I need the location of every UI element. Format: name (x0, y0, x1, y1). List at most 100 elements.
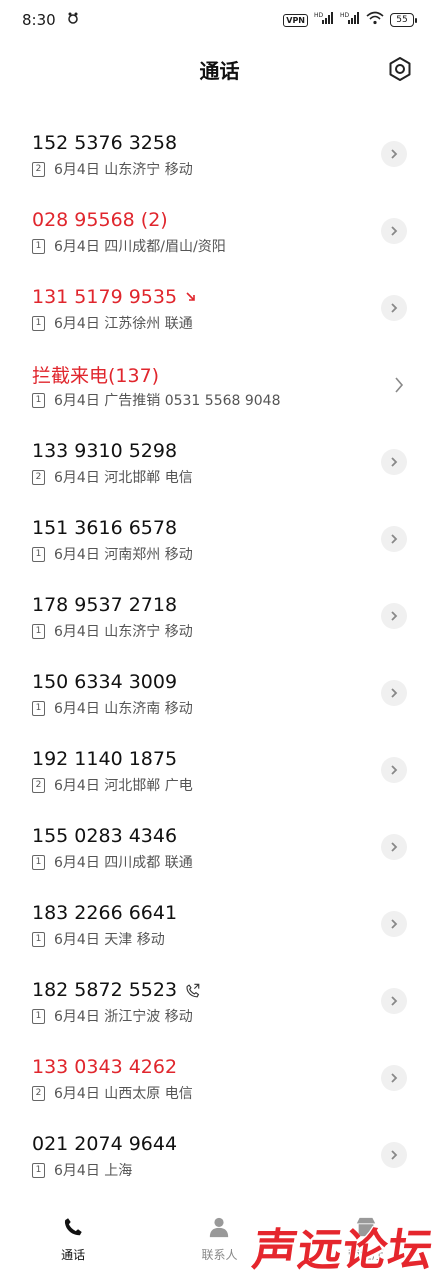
call-detail-line: 1 6月4日 山东济宁 移动 (32, 622, 439, 640)
chevron-right-icon[interactable] (381, 526, 407, 552)
wifi-icon (366, 11, 384, 29)
call-number-line: 178 9537 2718 (32, 593, 439, 617)
person-icon (208, 1216, 230, 1242)
chevron-right-icon[interactable] (381, 141, 407, 167)
call-number-line: 152 5376 3258 (32, 131, 439, 155)
notification-icon (66, 11, 80, 29)
call-detail-text: 6月4日 河南郑州 移动 (54, 547, 193, 563)
svg-text:HD: HD (314, 12, 324, 19)
nav-tab-calls[interactable]: 通话 (13, 1216, 133, 1263)
call-number: 028 95568 (2) (32, 209, 168, 231)
call-detail-text: 6月4日 山东济宁 移动 (54, 624, 193, 640)
sim-card-icon: 1 (32, 931, 45, 947)
call-log-row[interactable]: 152 5376 3258 2 6月4日 山东济宁 移动 (0, 115, 439, 192)
call-detail-text: 6月4日 天津 移动 (54, 932, 165, 948)
call-number-line: 151 3616 6578 (32, 516, 439, 540)
sim-card-icon: 2 (32, 777, 45, 793)
call-detail-text: 6月4日 四川成都 联通 (54, 855, 193, 871)
title-bar: 通话 (0, 40, 439, 98)
nav-label-calls: 通话 (61, 1248, 86, 1262)
outgoing-call-icon (185, 983, 200, 998)
call-log-row[interactable]: 133 0343 4262 2 6月4日 山西太原 电信 (0, 1039, 439, 1116)
chevron-right-icon[interactable] (381, 603, 407, 629)
sim-card-icon: 2 (32, 469, 45, 485)
call-number: 151 3616 6578 (32, 517, 178, 539)
call-number: 178 9537 2718 (32, 594, 178, 616)
chevron-right-icon[interactable] (381, 295, 407, 321)
call-number: 150 6334 3009 (32, 671, 178, 693)
call-detail-text: 6月4日 四川成都/眉山/资阳 (54, 239, 226, 255)
call-number-line: 021 2074 9644 (32, 1132, 439, 1156)
page-title: 通话 (199, 58, 240, 83)
call-log-row[interactable]: 150 6334 3009 1 6月4日 山东济南 移动 (0, 654, 439, 731)
call-number-line: 150 6334 3009 (32, 670, 439, 694)
call-log-row[interactable]: 192 1140 1875 2 6月4日 河北邯郸 广电 (0, 731, 439, 808)
call-detail-text: 6月4日 江苏徐州 联通 (54, 316, 193, 332)
call-log-row[interactable]: 131 5179 9535 1 6月4日 江苏徐州 联通 (0, 269, 439, 346)
call-detail-line: 2 6月4日 山西太原 电信 (32, 1084, 439, 1102)
call-number: 152 5376 3258 (32, 132, 178, 154)
chevron-right-icon[interactable] (381, 757, 407, 783)
call-number: 131 5179 9535 (32, 286, 178, 308)
call-number: 021 2074 9644 (32, 1133, 178, 1155)
sim-card-icon: 1 (32, 1162, 45, 1178)
call-number: 133 9310 5298 (32, 440, 178, 462)
call-number: 183 2266 6641 (32, 902, 178, 924)
call-number: 155 0283 4346 (32, 825, 178, 847)
call-log-row[interactable]: 拦截来电(137) 1 6月4日 广告推销 0531 5568 9048 (0, 346, 439, 423)
call-detail-line: 1 6月4日 江苏徐州 联通 (32, 314, 439, 332)
call-log-row[interactable]: 151 3616 6578 1 6月4日 河南郑州 移动 (0, 500, 439, 577)
settings-gear-icon[interactable] (387, 56, 413, 82)
call-log-row[interactable]: 182 5872 5523 1 6月4日 浙江宁波 移动 (0, 962, 439, 1039)
call-number-line: 028 95568 (2) (32, 208, 439, 232)
chevron-right-icon[interactable] (381, 1142, 407, 1168)
call-log-row[interactable]: 183 2266 6641 1 6月4日 天津 移动 (0, 885, 439, 962)
call-log-list: 152 5376 3258 2 6月4日 山东济宁 移动 028 95568 (2) 1… (0, 115, 439, 1193)
call-log-row[interactable]: 028 95568 (2) 1 6月4日 四川成都/眉山/资阳 (0, 192, 439, 269)
chevron-right-icon[interactable] (381, 911, 407, 937)
chevron-right-icon[interactable] (389, 373, 409, 397)
sim-card-icon: 1 (32, 546, 45, 562)
call-detail-line: 1 6月4日 河南郑州 移动 (32, 545, 439, 563)
status-time: 8:30 (22, 11, 56, 29)
call-log-row[interactable]: 178 9537 2718 1 6月4日 山东济宁 移动 (0, 577, 439, 654)
battery-icon: 55 (390, 13, 417, 27)
call-detail-line: 1 6月4日 四川成都 联通 (32, 853, 439, 871)
sim-card-icon: 1 (32, 854, 45, 870)
call-detail-line: 1 6月4日 天津 移动 (32, 930, 439, 948)
call-detail-line: 2 6月4日 河北邯郸 电信 (32, 468, 439, 486)
call-log-row[interactable]: 155 0283 4346 1 6月4日 四川成都 联通 (0, 808, 439, 885)
chevron-right-icon[interactable] (381, 1065, 407, 1091)
call-detail-text: 6月4日 上海 (54, 1163, 133, 1179)
call-number-line: 182 5872 5523 (32, 978, 439, 1002)
sim-card-icon: 1 (32, 315, 45, 331)
chevron-right-icon[interactable] (381, 680, 407, 706)
call-detail-text: 6月4日 河北邯郸 电信 (54, 470, 193, 486)
call-number: 192 1140 1875 (32, 748, 178, 770)
sim-card-icon: 1 (32, 238, 45, 254)
chevron-right-icon[interactable] (381, 834, 407, 860)
sim-card-icon: 2 (32, 161, 45, 177)
call-detail-line: 1 6月4日 四川成都/眉山/资阳 (32, 237, 439, 255)
call-detail-text: 6月4日 广告推销 0531 5568 9048 (54, 393, 281, 409)
call-number-line: 155 0283 4346 (32, 824, 439, 848)
call-log-row[interactable]: 021 2074 9644 1 6月4日 上海 (0, 1116, 439, 1193)
chevron-right-icon[interactable] (381, 218, 407, 244)
chevron-right-icon[interactable] (381, 988, 407, 1014)
call-detail-text: 6月4日 山西太原 电信 (54, 1086, 193, 1102)
call-log-row[interactable]: 133 9310 5298 2 6月4日 河北邯郸 电信 (0, 423, 439, 500)
call-detail-text: 6月4日 山东济宁 移动 (54, 162, 193, 178)
call-number-line: 133 0343 4262 (32, 1055, 439, 1079)
battery-level: 55 (390, 13, 414, 27)
sim-card-icon: 1 (32, 1008, 45, 1024)
call-detail-line: 2 6月4日 山东济宁 移动 (32, 160, 439, 178)
call-detail-text: 6月4日 浙江宁波 移动 (54, 1009, 193, 1025)
call-number-line: 拦截来电(137) (32, 362, 439, 387)
forum-watermark: 声远论坛 (249, 1225, 437, 1276)
call-detail-text: 6月4日 山东济南 移动 (54, 701, 193, 717)
chevron-right-icon[interactable] (381, 449, 407, 475)
phone-icon (62, 1216, 84, 1242)
sim-card-icon: 1 (32, 623, 45, 639)
signal-icon-2: HD (340, 11, 360, 29)
sim-card-icon: 2 (32, 1085, 45, 1101)
